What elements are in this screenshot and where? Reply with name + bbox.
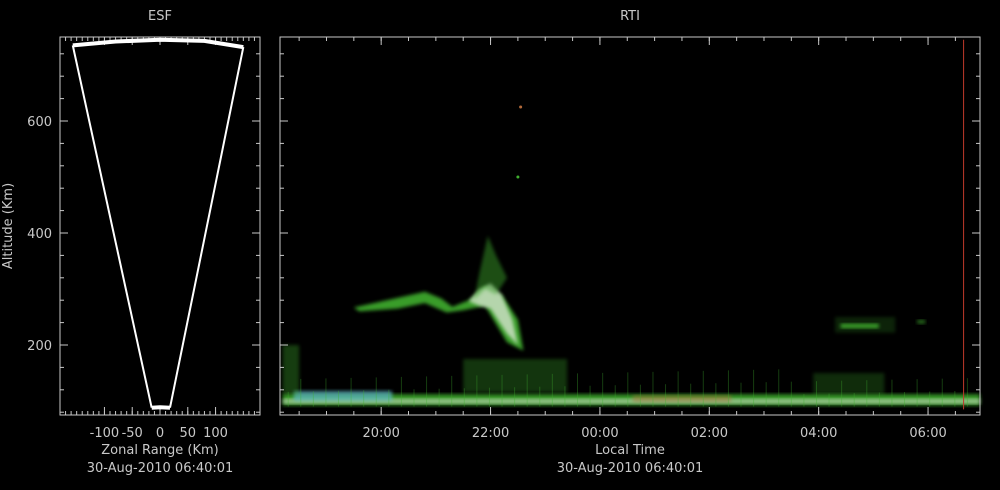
echo-band (282, 345, 300, 396)
esf-y-axis-label: Altitude (Km) (1, 183, 16, 269)
esf-x-axis-label: Zonal Range (Km) (101, 443, 218, 458)
echo-band (463, 359, 568, 393)
y-tick-label: 200 (27, 339, 52, 354)
sector-top-arc (72, 37, 244, 50)
x-tick-label: 100 (203, 426, 228, 441)
echo-band (813, 373, 885, 395)
sector-bottom-arc (151, 405, 171, 410)
x-tick-label: 0 (156, 426, 164, 441)
rti-panel: RTI 20:00 22:00 00:00 02:00 04:00 06:00 Local… (279, 9, 981, 476)
esf-rti-figure: ESF -100 -50 0 50 100 200 400 600 Zonal Range (… (1, 9, 981, 476)
x-tick-label: -100 (90, 426, 120, 441)
esf-frame (59, 36, 261, 416)
sector-left-edge (71, 45, 153, 408)
rti-echo-layer (282, 105, 980, 407)
echo-plume (474, 235, 507, 301)
y-tick-label: 600 (27, 115, 52, 130)
esf-ticks: -100 -50 0 50 100 200 400 600 (27, 37, 261, 441)
esf-title: ESF (148, 9, 172, 24)
x-tick-label: 50 (180, 426, 197, 441)
rti-frame (279, 36, 981, 416)
x-tick-label: 20:00 (362, 426, 399, 441)
x-tick-label: 02:00 (691, 426, 728, 441)
sector-right-edge (169, 46, 245, 408)
y-tick-label: 400 (27, 227, 52, 242)
esf-scan-sector (71, 37, 245, 410)
esf-panel: ESF -100 -50 0 50 100 200 400 600 Zonal Range (… (1, 9, 261, 476)
x-tick-label: 06:00 (909, 426, 946, 441)
esf-footer-timestamp: 30-Aug-2010 06:40:01 (87, 461, 234, 476)
rti-title: RTI (620, 9, 640, 24)
echo-dot (516, 175, 520, 179)
x-tick-label: -50 (122, 426, 143, 441)
x-tick-label: 04:00 (800, 426, 837, 441)
rti-x-axis-label: Local Time (595, 443, 665, 458)
echo-band (835, 317, 896, 333)
x-tick-label: 22:00 (472, 426, 509, 441)
x-tick-label: 00:00 (581, 426, 618, 441)
echo-dot (519, 105, 523, 109)
echo-band (917, 319, 926, 324)
rti-footer-timestamp: 30-Aug-2010 06:40:01 (557, 461, 704, 476)
rti-plot-area: 20:00 22:00 00:00 02:00 04:00 06:00 (279, 36, 981, 441)
echo-band (632, 395, 732, 403)
echo-band (293, 390, 393, 401)
esf-plot-area: -100 -50 0 50 100 200 400 600 (27, 36, 261, 441)
